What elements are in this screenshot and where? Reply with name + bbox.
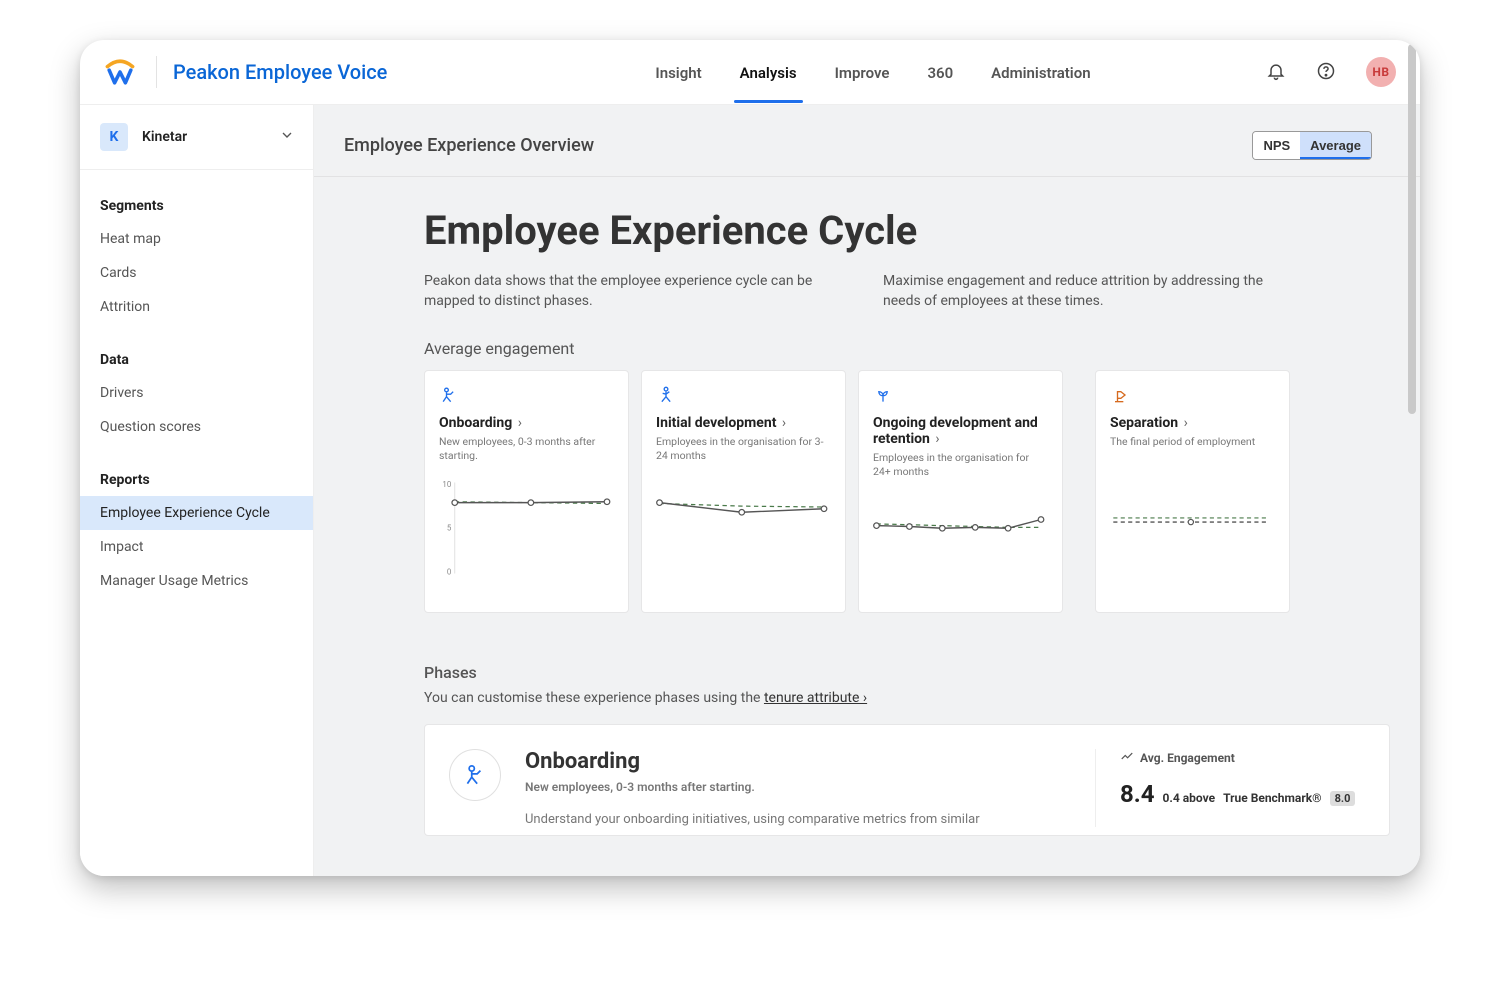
- hero-title: Employee Experience Cycle: [424, 207, 1390, 254]
- sidebar-item-question-scores[interactable]: Question scores: [80, 410, 313, 444]
- card-title: Separation ›: [1110, 415, 1275, 431]
- engagement-sparkline: [656, 468, 831, 588]
- engagement-sparkline: [1110, 467, 1275, 587]
- metric-delta: 0.4 above: [1163, 791, 1216, 805]
- toggle-nps[interactable]: NPS: [1253, 132, 1300, 159]
- scrollbar-thumb[interactable]: [1408, 44, 1416, 414]
- sidebar-item-attrition[interactable]: Attrition: [80, 290, 313, 324]
- avg-engagement-label: Average engagement: [314, 311, 1420, 370]
- card-subtitle: The final period of employment: [1110, 435, 1275, 461]
- card-subtitle: Employees in the organisation for 24+ mo…: [873, 451, 1048, 478]
- app-window: Peakon Employee Voice Insight Analysis Imp…: [80, 40, 1420, 876]
- phase-icon: [656, 385, 831, 409]
- svg-text:10: 10: [442, 480, 451, 489]
- hero-paragraph-1: Peakon data shows that the employee expe…: [424, 272, 835, 311]
- page-header: Employee Experience Overview NPSAverage: [314, 105, 1420, 177]
- bell-icon[interactable]: [1266, 61, 1288, 83]
- phase-card-initial-development[interactable]: Initial development › Employees in the o…: [641, 370, 846, 613]
- svg-text:0: 0: [447, 568, 451, 577]
- engagement-sparkline: [873, 484, 1048, 604]
- phase-sub: New employees, 0-3 months after starting…: [525, 780, 1071, 794]
- chevron-down-icon: [279, 127, 295, 147]
- tenure-attribute-link[interactable]: tenure attribute ›: [764, 690, 867, 706]
- sidebar-item-cards[interactable]: Cards: [80, 256, 313, 290]
- sidebar-item-impact[interactable]: Impact: [80, 530, 313, 564]
- sidebar-heading-reports: Reports: [80, 464, 313, 496]
- phase-card-onboarding: Onboarding New employees, 0-3 months aft…: [424, 724, 1390, 836]
- card-title: Ongoing development and retention ›: [873, 415, 1048, 447]
- brand: Peakon Employee Voice: [96, 52, 387, 92]
- nav-360[interactable]: 360: [927, 44, 953, 100]
- sidebar-item-employee-experience-cycle[interactable]: Employee Experience Cycle: [80, 496, 313, 530]
- nav-insight[interactable]: Insight: [655, 44, 701, 100]
- metric-label: Avg. Engagement: [1140, 751, 1235, 765]
- phase-card-ongoing-development-and-retention[interactable]: Ongoing development and retention › Empl…: [858, 370, 1063, 613]
- nav-administration[interactable]: Administration: [991, 44, 1090, 100]
- phase-title: Onboarding: [525, 749, 1071, 774]
- toggle-average[interactable]: Average: [1300, 132, 1371, 159]
- top-navigation: Insight Analysis Improve 360 Administration: [655, 44, 1090, 100]
- sidebar-heading-segments: Segments: [80, 190, 313, 222]
- sidebar-item-heat-map[interactable]: Heat map: [80, 222, 313, 256]
- card-subtitle: New employees, 0-3 months after starting…: [439, 435, 614, 462]
- metric-bench-label: True Benchmark®: [1223, 791, 1322, 805]
- hero-paragraph-2: Maximise engagement and reduce attrition…: [883, 272, 1294, 311]
- phase-icon: [1110, 385, 1275, 409]
- metric-score: 8.4: [1120, 780, 1155, 808]
- nav-improve[interactable]: Improve: [835, 44, 890, 100]
- phase-desc: Understand your onboarding initiatives, …: [525, 812, 1071, 827]
- nav-analysis[interactable]: Analysis: [740, 44, 797, 100]
- phase-metric: Avg. Engagement 8.4 0.4 above True Bench…: [1095, 749, 1365, 827]
- phase-icon: [439, 385, 614, 409]
- card-subtitle: Employees in the organisation for 3-24 m…: [656, 435, 831, 462]
- phase-card-separation[interactable]: Separation › The final period of employm…: [1095, 370, 1290, 613]
- main-content: Employee Experience Overview NPS Average …: [314, 105, 1420, 876]
- workday-logo-icon: [100, 52, 140, 92]
- sidebar-item-manager-usage-metrics[interactable]: Manager Usage Metrics: [80, 564, 313, 598]
- sidebar: K Kinetar SegmentsHeat mapCardsAttrition…: [80, 105, 314, 876]
- onboarding-icon: [449, 749, 501, 801]
- sidebar-item-drivers[interactable]: Drivers: [80, 376, 313, 410]
- phase-card-onboarding[interactable]: Onboarding › New employees, 0-3 months a…: [424, 370, 629, 613]
- engagement-sparkline: 0 5 10: [439, 468, 614, 588]
- svg-text:5: 5: [447, 524, 452, 533]
- sidebar-heading-data: Data: [80, 344, 313, 376]
- content-fade: [314, 856, 1420, 876]
- topbar-actions: HB: [1266, 57, 1396, 87]
- user-avatar[interactable]: HB: [1366, 57, 1396, 87]
- page-title: Employee Experience Overview: [344, 135, 594, 156]
- org-badge: K: [100, 123, 128, 151]
- phases-heading: Phases: [424, 663, 1390, 682]
- score-mode-toggle: NPSAverage: [1252, 131, 1372, 160]
- help-icon[interactable]: [1316, 61, 1338, 83]
- phase-icon: [873, 385, 1048, 409]
- org-picker[interactable]: K Kinetar: [80, 105, 313, 170]
- topbar: Peakon Employee Voice Insight Analysis Imp…: [80, 40, 1420, 105]
- scrollbar[interactable]: [1408, 44, 1416, 872]
- hero: Employee Experience Cycle Peakon data sh…: [314, 177, 1420, 311]
- card-title: Initial development ›: [656, 415, 831, 431]
- card-title: Onboarding ›: [439, 415, 614, 431]
- engagement-cards-row: Onboarding › New employees, 0-3 months a…: [314, 370, 1420, 613]
- trend-icon: [1120, 749, 1134, 766]
- phases-description: You can customise these experience phase…: [424, 690, 1390, 706]
- org-name: Kinetar: [142, 129, 187, 145]
- product-name: Peakon Employee Voice: [173, 60, 387, 84]
- metric-bench-value: 8.0: [1330, 791, 1356, 806]
- phases-section: Phases You can customise these experienc…: [314, 613, 1420, 706]
